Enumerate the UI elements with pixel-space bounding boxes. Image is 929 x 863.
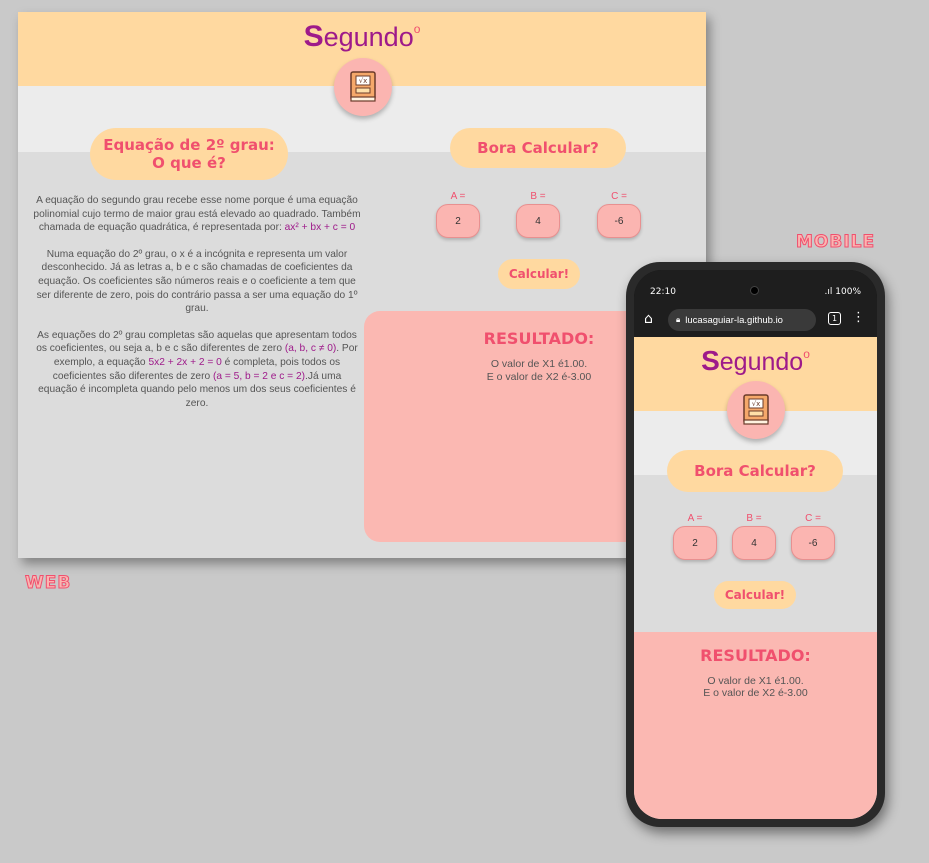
mobile-result-panel: RESULTADO: O valor de X1 é1.00. E o valo…	[634, 632, 877, 819]
lock-icon: 🔒︎	[676, 315, 681, 324]
menu-icon[interactable]: ⋮	[852, 310, 865, 325]
math-book-icon: √x	[334, 58, 392, 116]
explanation-text: A equação do segundo grau recebe esse no…	[32, 194, 362, 423]
mobile-input-b[interactable]: 4	[732, 526, 776, 560]
mobile-logo-mark: o	[803, 347, 810, 361]
battery-status: .ıl 100%	[824, 287, 861, 297]
tabs-button[interactable]: 1	[828, 312, 841, 325]
logo-mark: o	[413, 22, 421, 36]
mobile-input-c[interactable]: -6	[791, 526, 835, 560]
browser-address-bar: ⌂ 🔒︎ lucasaguiar-la.github.io 1 ⋮	[634, 303, 877, 337]
paragraph-1: A equação do segundo grau recebe esse no…	[32, 194, 362, 235]
label-a: A =	[450, 191, 466, 202]
section-title: Equação de 2º grau: O que é?	[90, 128, 288, 180]
mobile-calculate-button[interactable]: Calcular!	[714, 581, 796, 609]
mobile-logo-initial: S	[701, 345, 720, 376]
input-b[interactable]: 4	[516, 204, 560, 238]
home-icon[interactable]: ⌂	[644, 311, 653, 327]
mobile-tag: MOBILE	[795, 232, 876, 253]
url-field[interactable]: 🔒︎ lucasaguiar-la.github.io	[668, 309, 816, 331]
calculate-button[interactable]: Calcular!	[498, 259, 580, 289]
svg-text:√x: √x	[752, 400, 761, 408]
mobile-input-a[interactable]: 2	[673, 526, 717, 560]
logo: Segundoo	[18, 20, 706, 54]
mobile-label-c: C =	[805, 513, 821, 524]
label-b: B =	[530, 191, 546, 202]
label-c: C =	[611, 191, 627, 202]
web-tag: WEB	[24, 573, 72, 594]
para1-formula: ax² + bx + c = 0	[284, 222, 356, 234]
para3-hl2: 5x2 + 2x + 2 = 0	[148, 356, 222, 368]
phone-screen: 22:10 .ıl 100% ⌂ 🔒︎ lucasaguiar-la.githu…	[634, 270, 877, 819]
mobile-calc-title: Bora Calcular?	[667, 450, 843, 492]
mobile-label-a: A =	[687, 513, 703, 524]
calc-title: Bora Calcular?	[450, 128, 626, 168]
para3-hl1: (a, b, c ≠ 0)	[284, 343, 337, 355]
input-a[interactable]: 2	[436, 204, 480, 238]
svg-text:√x: √x	[359, 77, 368, 85]
status-time: 22:10	[650, 287, 676, 297]
logo-initial: S	[303, 20, 324, 53]
mobile-page: Segundoo √x Bora Calcular? A = B = C = 2…	[634, 337, 877, 819]
url-text: lucasaguiar-la.github.io	[685, 314, 783, 326]
logo-text: egundo	[323, 22, 414, 52]
mobile-logo: Segundoo	[634, 345, 877, 377]
section-title-line1: Equação de 2º grau:	[103, 136, 275, 154]
para3-hl3: (a = 5, b = 2 e c = 2)	[212, 370, 306, 382]
web-screenshot: Segundoo √x Equação de 2º grau: O que é? …	[18, 12, 706, 558]
phone-frame: 22:10 .ıl 100% ⌂ 🔒︎ lucasaguiar-la.githu…	[626, 262, 885, 827]
section-title-line2: O que é?	[152, 154, 226, 172]
input-c[interactable]: -6	[597, 204, 641, 238]
mobile-math-book-icon: √x	[727, 381, 785, 439]
mobile-result-line-1: O valor de X1 é1.00.	[707, 675, 804, 687]
paragraph-2: Numa equação do 2º grau, o x é a incógni…	[36, 248, 358, 315]
mobile-label-b: B =	[746, 513, 762, 524]
paragraph-3: As equações do 2º grau completas são aqu…	[32, 329, 362, 411]
mobile-result-title: RESULTADO:	[700, 646, 811, 665]
mobile-logo-text: egundo	[719, 348, 804, 376]
camera-icon	[750, 286, 759, 295]
mobile-result-line-2: E o valor de X2 é-3.00	[703, 687, 808, 699]
